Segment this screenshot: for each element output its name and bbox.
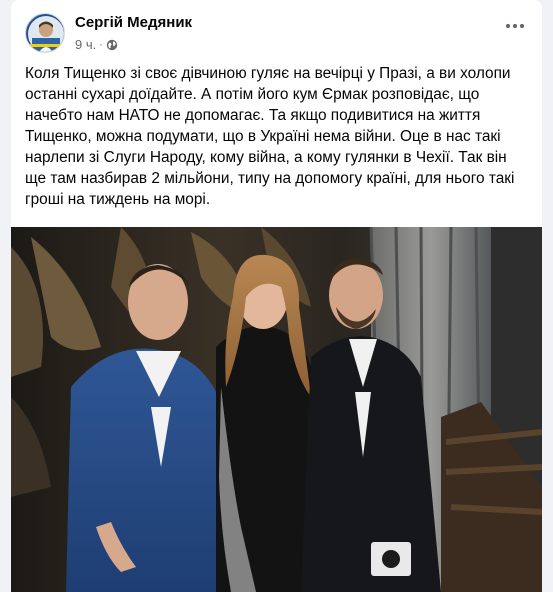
post-card: Сергій Медяник 9 ч. · Коля Тищенко зі св… <box>11 0 542 592</box>
post-time[interactable]: 9 ч. <box>75 37 96 53</box>
meta-separator: · <box>99 39 103 51</box>
post-photo[interactable] <box>11 227 542 592</box>
post-header: Сергій Медяник 9 ч. · <box>11 0 542 62</box>
author-name[interactable]: Сергій Медяник <box>75 14 192 32</box>
author-avatar[interactable] <box>25 13 65 53</box>
avatar-image <box>26 14 64 52</box>
more-horizontal-icon <box>505 23 525 29</box>
post-text: Коля Тищенко зі своє дівчиною гуляє на в… <box>25 65 515 208</box>
globe-icon[interactable] <box>106 39 118 51</box>
photo-image <box>11 227 542 592</box>
post-meta: 9 ч. · <box>75 37 118 53</box>
more-options-button[interactable] <box>502 16 528 36</box>
